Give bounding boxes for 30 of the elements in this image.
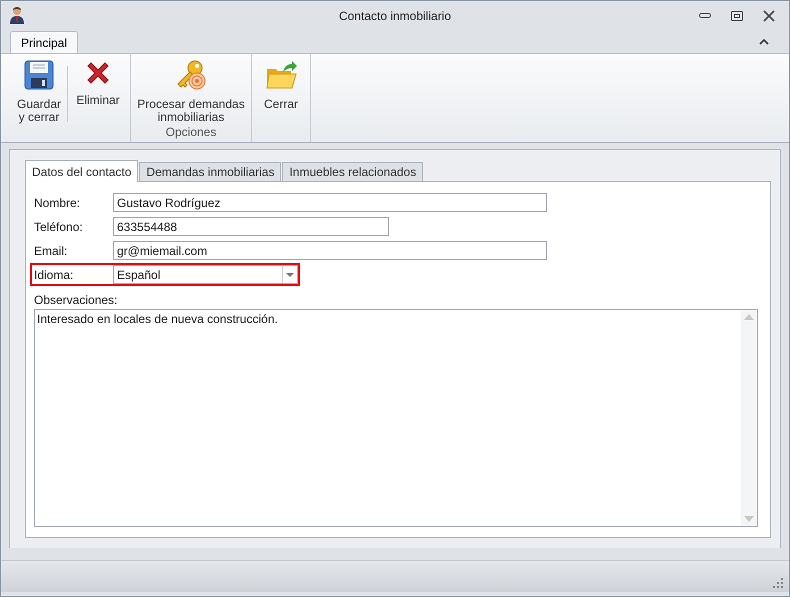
key-signal-icon — [175, 60, 207, 90]
ribbon-tab[interactable]: Principal — [10, 31, 78, 53]
group-label: Opciones — [166, 125, 216, 141]
notes-field[interactable]: Interesado en locales de nueva construcción. — [34, 309, 758, 527]
field-label: Idioma: — [34, 268, 74, 282]
collapse-icon[interactable] — [759, 38, 769, 46]
input-field[interactable]: Gustavo Rodríguez — [113, 193, 547, 212]
minimize-icon — [699, 13, 711, 19]
person-icon — [9, 6, 25, 24]
x-mark-icon — [85, 60, 111, 86]
input-field[interactable]: 633554488 — [113, 217, 389, 236]
delete-button[interactable]: Eliminar — [70, 54, 126, 142]
process-button[interactable]: Procesar demandas inmobiliarias — [135, 54, 247, 125]
field-label: Teléfono: — [34, 220, 84, 234]
maximize-icon — [731, 11, 743, 21]
field-label: Email: — [34, 244, 68, 258]
folder-arrow-icon — [265, 60, 297, 90]
caret-icon — [286, 272, 294, 276]
tab[interactable]: Inmuebles relacionados — [282, 162, 424, 181]
tab[interactable]: Datos del contacto — [25, 160, 138, 182]
close-button[interactable]: Cerrar — [256, 54, 306, 142]
tab[interactable]: Demandas inmobiliarias — [139, 162, 282, 181]
window-title: Contacto inmobiliario — [338, 9, 452, 23]
resize-grip-icon[interactable] — [773, 578, 783, 588]
field-label: Nombre: — [34, 196, 82, 210]
close-icon — [763, 10, 775, 22]
save-button[interactable]: Guardar y cerrar — [13, 54, 65, 142]
input-field[interactable]: gr@miemail.com — [113, 241, 547, 260]
field-label: Observaciones: — [34, 293, 118, 307]
dropdown-field[interactable]: Español — [113, 265, 298, 284]
